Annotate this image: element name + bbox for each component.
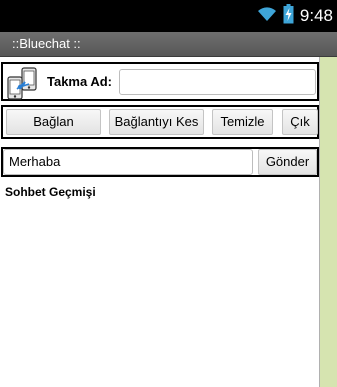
app-title: ::Bluechat ::	[12, 36, 81, 51]
connect-button[interactable]: Bağlan	[6, 109, 101, 135]
app-title-bar: ::Bluechat ::	[0, 32, 337, 57]
exit-button[interactable]: Çık	[282, 109, 318, 135]
phones-bluetooth-icon	[6, 67, 42, 101]
status-bar: 9:48	[0, 0, 337, 32]
wifi-icon	[257, 6, 277, 27]
battery-charging-icon	[283, 3, 294, 29]
status-clock: 9:48	[299, 6, 333, 25]
message-input[interactable]: Merhaba	[3, 149, 253, 175]
actions-row: Bağlan Bağlantıyı Kes Temizle Çık	[1, 105, 319, 139]
status-icons: 9:48	[257, 3, 333, 29]
send-button[interactable]: Gönder	[258, 149, 317, 175]
message-row: Merhaba Gönder	[1, 147, 319, 177]
chat-history-label: Sohbet Geçmişi	[5, 185, 96, 199]
nickname-input[interactable]	[119, 69, 316, 95]
side-strip	[320, 57, 337, 387]
clear-button[interactable]: Temizle	[212, 109, 273, 135]
nickname-row: Takma Ad:	[1, 62, 319, 101]
nickname-label: Takma Ad:	[47, 74, 113, 89]
disconnect-button[interactable]: Bağlantıyı Kes	[109, 109, 204, 135]
